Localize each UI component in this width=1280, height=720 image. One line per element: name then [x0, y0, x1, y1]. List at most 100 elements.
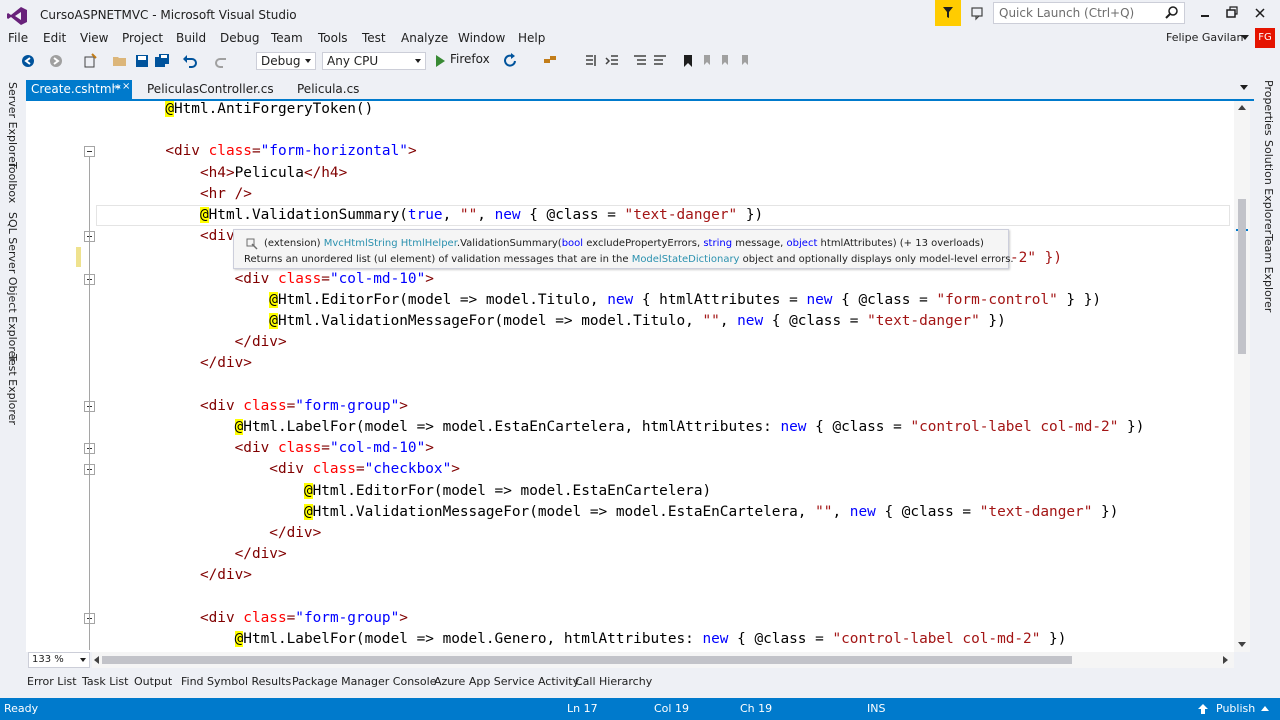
publish-button[interactable]: Publish [1216, 702, 1255, 715]
menu-build[interactable]: Build [176, 31, 206, 45]
menu-project[interactable]: Project [122, 31, 163, 45]
close-tab-icon[interactable]: × [122, 81, 130, 92]
save-icon[interactable] [134, 53, 150, 69]
pin-icon[interactable]: ⊸ [112, 82, 120, 93]
new-project-icon[interactable] [82, 53, 98, 69]
test-explorer-tab[interactable]: Test Explorer [6, 354, 19, 425]
redo-icon[interactable] [214, 53, 230, 69]
scroll-right-icon[interactable] [1220, 655, 1230, 665]
feedback-icon[interactable] [970, 5, 988, 21]
code-line[interactable]: @Html.EditorFor(model => model.Titulo, n… [96, 290, 1101, 311]
bookmark-icon[interactable] [680, 53, 696, 69]
code-line[interactable]: <div class="col-md-10"> [96, 438, 434, 459]
properties-tab[interactable]: Properties [1262, 80, 1275, 136]
solution-configuration-dropdown[interactable]: Debug [256, 52, 316, 70]
code-line[interactable]: @Html.LabelFor(model => model.Genero, ht… [96, 629, 1066, 650]
quick-launch-input[interactable]: Quick Launch (Ctrl+Q) [993, 2, 1185, 24]
step-into-icon[interactable] [584, 53, 600, 69]
horizontal-scroll-thumb[interactable] [102, 656, 1072, 664]
chevron-up-icon[interactable] [1261, 705, 1269, 711]
horizontal-scrollbar[interactable] [92, 652, 1234, 668]
menu-test[interactable]: Test [362, 31, 386, 45]
code-line[interactable]: <h4>Pelicula</h4> [96, 163, 347, 184]
collapse-region-icon[interactable] [84, 146, 95, 158]
menu-help[interactable]: Help [518, 31, 545, 45]
menu-edit[interactable]: Edit [43, 31, 66, 45]
code-line[interactable]: </div> [96, 544, 287, 565]
menu-view[interactable]: View [80, 31, 108, 45]
refresh-icon[interactable] [502, 53, 518, 69]
server-explorer-tab[interactable]: Server Explorer [6, 82, 19, 167]
chevron-down-icon[interactable] [1240, 85, 1248, 90]
back-icon[interactable] [20, 53, 36, 69]
menu-window[interactable]: Window [458, 31, 505, 45]
menu-tools[interactable]: Tools [318, 31, 348, 45]
code-line[interactable]: @Html.ValidationSummary(true, "", new { … [96, 205, 763, 226]
toolbox-tab[interactable]: Toolbox [6, 162, 19, 203]
publish-arrow-icon[interactable] [1197, 703, 1209, 715]
code-line[interactable]: <div class="checkbox"> [96, 459, 460, 480]
code-line[interactable]: <div class="form-horizontal"> [96, 141, 416, 162]
browser-link-icon[interactable] [542, 53, 558, 69]
code-line[interactable]: </div> [96, 353, 252, 374]
code-line[interactable]: @Html.AntiForgeryToken() [96, 101, 373, 120]
tab-create-cshtml[interactable]: Create.cshtml* ⊸ × [26, 80, 132, 99]
search-icon[interactable] [1165, 6, 1179, 20]
open-folder-icon[interactable] [112, 53, 128, 69]
comment-lines-icon[interactable] [632, 53, 648, 69]
task-list-tab[interactable]: Task List [82, 675, 128, 688]
code-line[interactable]: @Html.ValidationMessageFor(model => mode… [96, 502, 1118, 523]
code-line[interactable]: <hr /> [96, 184, 252, 205]
azure-app-service-activity-tab[interactable]: Azure App Service Activity [434, 675, 579, 688]
code-line[interactable]: </div> [96, 565, 252, 586]
undo-icon[interactable] [182, 53, 198, 69]
user-name[interactable]: Felipe Gavilan [1166, 31, 1243, 44]
scroll-left-icon[interactable] [92, 655, 102, 665]
scroll-up-icon[interactable] [1237, 103, 1247, 113]
chevron-down-icon[interactable] [1241, 35, 1249, 41]
output-tab[interactable]: Output [134, 675, 172, 688]
code-line[interactable]: <div class="form-group"> [96, 396, 408, 417]
code-token: class [277, 440, 322, 457]
avatar[interactable]: FG [1255, 28, 1275, 48]
forward-icon[interactable] [48, 53, 64, 69]
call-hierarchy-tab[interactable]: Call Hierarchy [575, 675, 652, 688]
solution-platform-dropdown[interactable]: Any CPU [322, 52, 426, 70]
step-over-icon[interactable] [604, 53, 620, 69]
vertical-scrollbar[interactable] [1234, 101, 1250, 652]
package-manager-console-tab[interactable]: Package Manager Console [292, 675, 436, 688]
code-line[interactable]: @Html.LabelFor(model => model.EstaEnCart… [96, 417, 1144, 438]
start-debugging-button[interactable]: Firefox [434, 52, 490, 70]
next-bookmark-icon[interactable] [718, 53, 734, 69]
code-line[interactable]: @Html.ValidationMessageFor(model => mode… [96, 311, 1006, 332]
notification-flag-icon[interactable] [935, 0, 961, 26]
menu-file[interactable]: File [8, 31, 28, 45]
restore-icon[interactable] [1222, 4, 1242, 22]
error-list-tab[interactable]: Error List [27, 675, 77, 688]
scroll-down-icon[interactable] [1237, 639, 1247, 649]
code-line[interactable]: </div> [96, 332, 287, 353]
clear-bookmarks-icon[interactable] [738, 53, 754, 69]
tab-pelicula-cs[interactable]: Pelicula.cs [292, 80, 364, 99]
team-explorer-tab[interactable]: Team Explorer [1262, 234, 1275, 312]
solution-explorer-tab[interactable]: Solution Explorer [1262, 140, 1275, 234]
close-icon[interactable] [1250, 4, 1270, 22]
tab-peliculascontroller[interactable]: PeliculasController.cs [142, 80, 279, 99]
zoom-level-dropdown[interactable]: 133 % [28, 652, 90, 668]
menu-team[interactable]: Team [271, 31, 303, 45]
prev-bookmark-icon[interactable] [700, 53, 716, 69]
menu-debug[interactable]: Debug [220, 31, 259, 45]
code-line[interactable]: <div class="col-md-10"> [96, 269, 434, 290]
save-all-icon[interactable] [154, 53, 170, 69]
find-symbol-results-tab[interactable]: Find Symbol Results [181, 675, 291, 688]
code-editor[interactable]: @Html.AntiForgeryToken() <div class="for… [26, 101, 1250, 652]
minimize-icon[interactable] [1195, 4, 1215, 22]
code-line[interactable]: <div class="form-group"> [96, 608, 408, 629]
menu-analyze[interactable]: Analyze [401, 31, 448, 45]
sql-server-object-explorer-tab[interactable]: SQL Server Object Explorer [6, 212, 19, 362]
code-line[interactable]: @Html.EditorFor(model => model.EstaEnCar… [96, 481, 711, 502]
uncomment-lines-icon[interactable] [652, 53, 668, 69]
code-line[interactable]: </div> [96, 523, 321, 544]
vertical-scroll-thumb[interactable] [1238, 199, 1246, 354]
